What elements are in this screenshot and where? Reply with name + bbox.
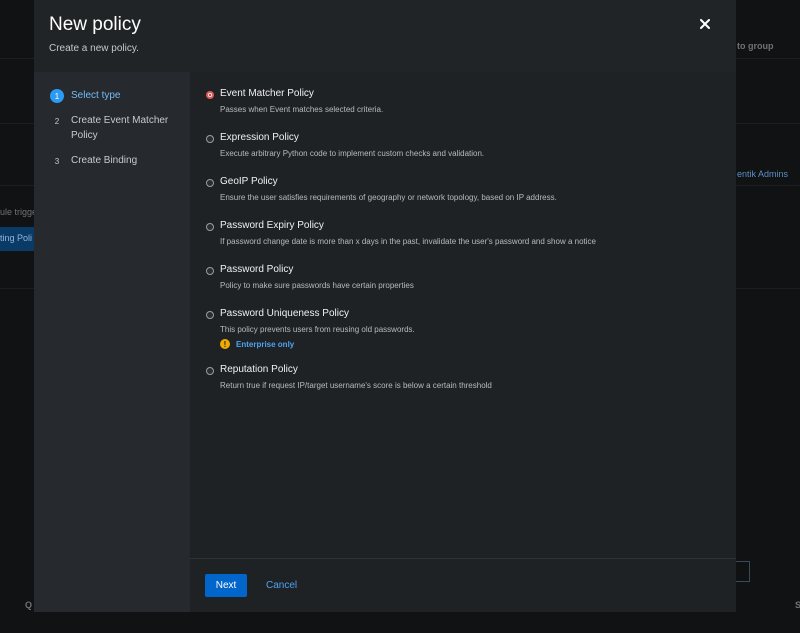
bg-trigger-text: ule trigge xyxy=(0,207,38,217)
bg-add-to-group-text: to group xyxy=(737,41,774,51)
policy-option-label: Event Matcher Policy xyxy=(220,88,314,99)
policy-option-label: Reputation Policy xyxy=(220,364,298,375)
policy-option-description: Execute arbitrary Python code to impleme… xyxy=(220,149,485,158)
modal-title: New policy xyxy=(49,14,141,35)
enterprise-badge-label: Enterprise only xyxy=(236,339,295,349)
policy-option-description: Policy to make sure passwords have certa… xyxy=(220,281,414,290)
policy-radio[interactable] xyxy=(206,135,214,143)
policy-option-description: Return true if request IP/target usernam… xyxy=(220,381,492,390)
bg-admins-link: entik Admins xyxy=(737,169,789,179)
policy-option-description: If password change date is more than x d… xyxy=(220,237,596,246)
modal-description: Create a new policy. xyxy=(49,43,139,54)
step-number: 3 xyxy=(54,156,60,166)
cancel-button[interactable]: Cancel xyxy=(266,574,297,597)
bg-bottom-right-text: S xyxy=(795,600,800,610)
policy-radio[interactable] xyxy=(206,267,214,275)
policy-option-label: GeoIP Policy xyxy=(220,176,278,187)
enterprise-badge: ! Enterprise only xyxy=(220,339,294,349)
wizard-steps-nav: 1 Select type 2 Create Event Matcher Pol… xyxy=(34,72,190,612)
policy-radio[interactable] xyxy=(206,91,214,99)
policy-option-description: Passes when Event matches selected crite… xyxy=(220,105,384,114)
bg-bottom-left-text: Q xyxy=(25,600,33,610)
close-icon xyxy=(700,19,710,29)
policy-option-label: Password Expiry Policy xyxy=(220,220,324,231)
wizard-step-select-type[interactable]: 1 Select type xyxy=(50,88,180,103)
wizard-footer: Next Cancel xyxy=(190,558,736,612)
policy-radio[interactable] xyxy=(206,367,214,375)
wizard-step-create-binding[interactable]: 3 Create Binding xyxy=(50,153,180,168)
step-label: Create Binding xyxy=(71,155,138,166)
step-number: 2 xyxy=(54,116,60,126)
policy-type-list: Event Matcher Policy Passes when Event m… xyxy=(190,72,736,558)
warning-icon: ! xyxy=(220,339,230,349)
bg-input xyxy=(735,561,750,582)
policy-radio[interactable] xyxy=(206,179,214,187)
next-button[interactable]: Next xyxy=(205,574,247,597)
policy-radio[interactable] xyxy=(206,311,214,319)
policy-option-description: Ensure the user satisfies requirements o… xyxy=(220,193,557,202)
wizard-step-create-policy[interactable]: 2 Create Event Matcher Policy xyxy=(50,113,180,143)
policy-radio[interactable] xyxy=(206,223,214,231)
close-button[interactable] xyxy=(694,13,716,35)
policy-option-label: Password Uniqueness Policy xyxy=(220,308,349,319)
new-policy-modal: New policy Create a new policy. 1 Select… xyxy=(34,0,736,612)
step-label: Select type xyxy=(71,90,121,101)
policy-option-label: Expression Policy xyxy=(220,132,299,143)
modal-header: New policy Create a new policy. xyxy=(34,0,736,72)
step-label: Create Event Matcher Policy xyxy=(71,115,169,141)
bg-policy-chip: ting Poli xyxy=(0,227,34,251)
policy-option-description: This policy prevents users from reusing … xyxy=(220,325,415,334)
step-number: 1 xyxy=(50,89,64,103)
policy-option-label: Password Policy xyxy=(220,264,294,275)
